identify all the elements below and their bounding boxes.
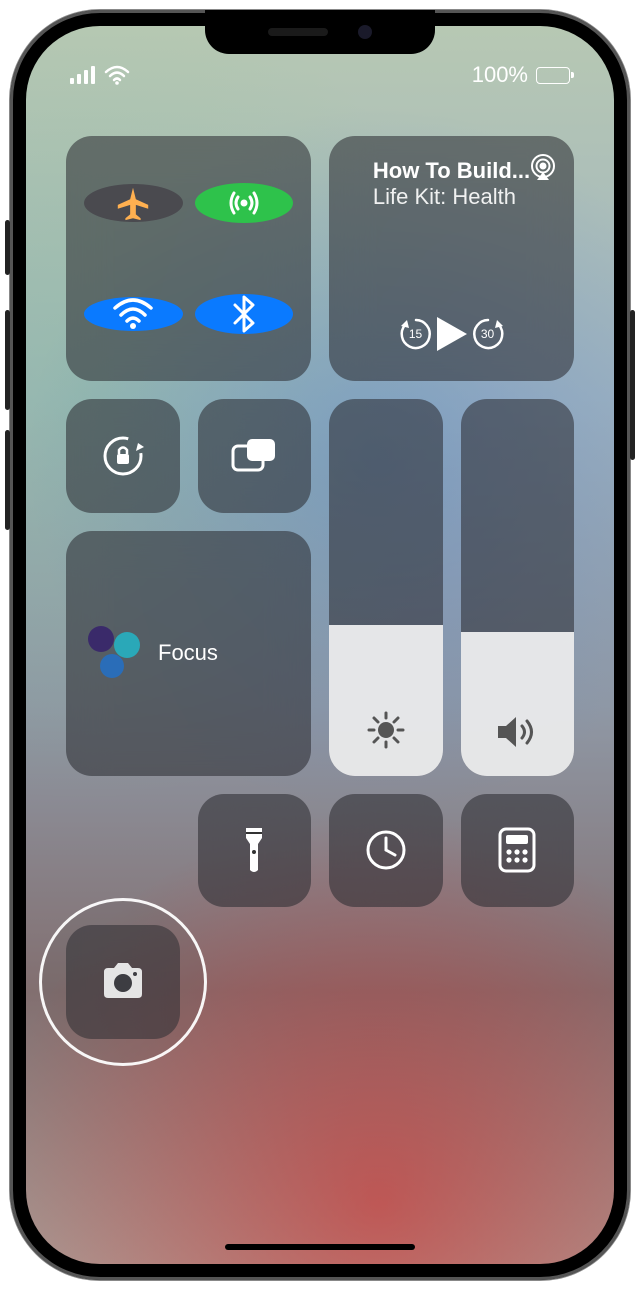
- focus-modes-icon: [86, 624, 144, 682]
- airplay-icon[interactable]: [528, 152, 558, 182]
- flashlight-button[interactable]: [198, 794, 312, 908]
- cellular-signal-icon: [70, 66, 96, 84]
- notch: [205, 10, 435, 54]
- side-button-volup: [5, 310, 10, 410]
- connectivity-group[interactable]: [66, 136, 311, 381]
- bluetooth-button[interactable]: [195, 294, 294, 334]
- flashlight-icon: [242, 826, 266, 874]
- side-button-power: [630, 310, 635, 460]
- airplane-mode-button[interactable]: [84, 184, 183, 222]
- screen-mirroring-button[interactable]: [198, 399, 312, 513]
- wifi-status-icon: [104, 65, 130, 85]
- camera-button[interactable]: [66, 925, 180, 1039]
- wifi-icon: [112, 297, 154, 331]
- focus-button[interactable]: Focus: [66, 531, 311, 776]
- calculator-button[interactable]: [461, 794, 575, 908]
- screen-mirroring-icon: [230, 436, 278, 476]
- media-title: How To Build...: [373, 158, 530, 184]
- antenna-icon: [224, 183, 264, 223]
- volume-slider[interactable]: [461, 399, 575, 776]
- skip-back-button[interactable]: 15: [397, 315, 435, 353]
- status-bar: 100%: [26, 50, 614, 100]
- screen: 100%: [26, 26, 614, 1264]
- skip-forward-button[interactable]: 30: [469, 315, 507, 353]
- play-button[interactable]: [435, 315, 469, 353]
- airplane-icon: [114, 184, 152, 222]
- home-indicator: [225, 1244, 415, 1250]
- brightness-icon: [366, 710, 406, 750]
- media-subtitle: Life Kit: Health: [373, 184, 530, 210]
- timer-icon: [364, 828, 408, 872]
- lock-rotate-icon: [100, 433, 146, 479]
- focus-label: Focus: [158, 640, 218, 666]
- cellular-data-button[interactable]: [195, 183, 294, 223]
- wifi-button[interactable]: [84, 297, 183, 331]
- phone-frame: 100%: [10, 10, 630, 1280]
- side-button-voldn: [5, 430, 10, 530]
- now-playing-tile[interactable]: How To Build... Life Kit: Health 15 30: [329, 136, 574, 381]
- side-button-mute: [5, 220, 10, 275]
- brightness-slider[interactable]: [329, 399, 443, 776]
- volume-icon: [495, 714, 539, 750]
- timer-button[interactable]: [329, 794, 443, 908]
- calculator-icon: [498, 827, 536, 873]
- control-center: How To Build... Life Kit: Health 15 30: [66, 136, 574, 1039]
- battery-icon: [536, 67, 570, 84]
- bluetooth-icon: [231, 294, 257, 334]
- camera-icon: [98, 962, 148, 1002]
- battery-percent: 100%: [472, 62, 528, 88]
- orientation-lock-button[interactable]: [66, 399, 180, 513]
